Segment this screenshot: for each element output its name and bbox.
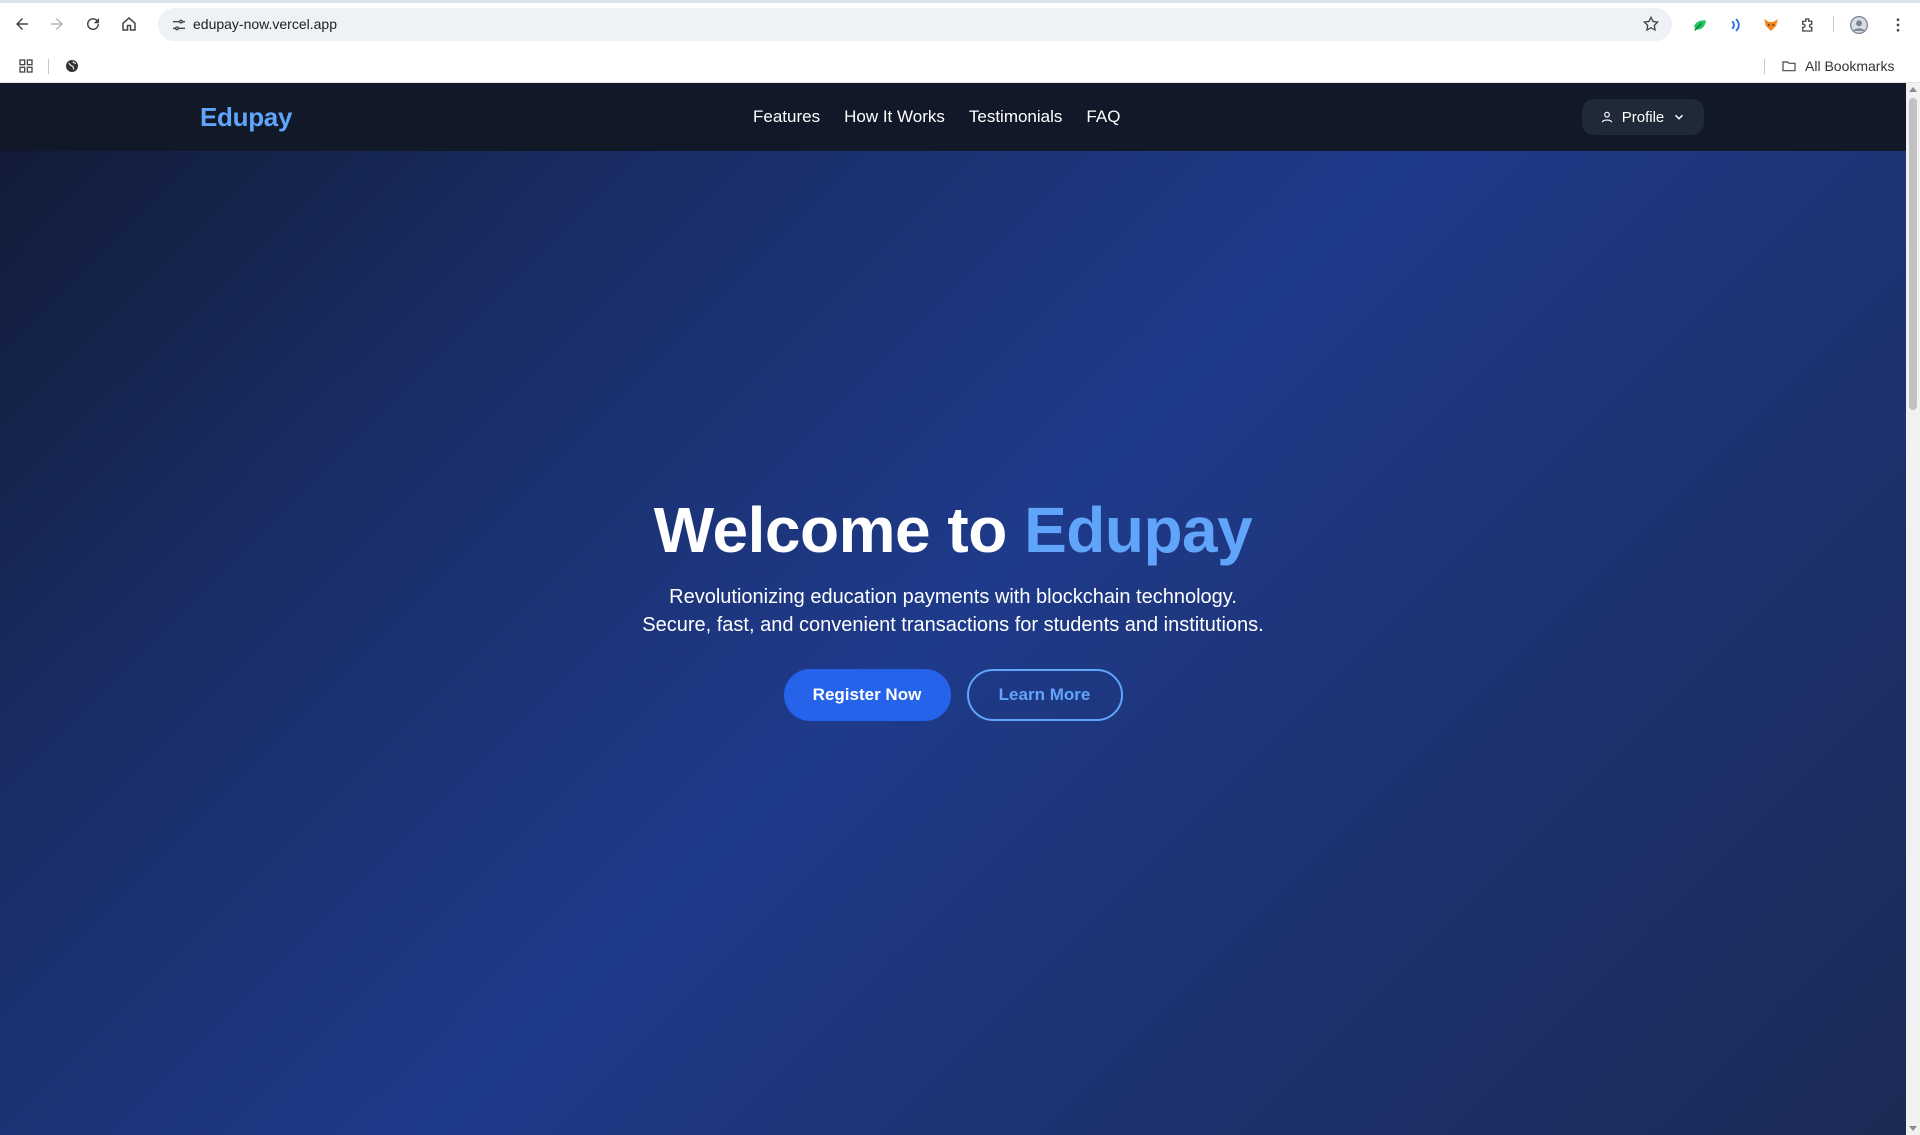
all-bookmarks-button[interactable]: All Bookmarks [1781,55,1894,77]
site-navbar: Edupay Features How It Works Testimonial… [0,83,1906,151]
site-info-icon[interactable] [166,12,192,38]
back-arrow-icon[interactable] [9,11,35,37]
profile-label: Profile [1621,108,1665,126]
folder-icon [1782,61,1796,72]
wave-extension-icon[interactable] [1724,13,1748,37]
scrollbar-thumb[interactable] [1909,98,1917,410]
reload-icon[interactable] [80,11,106,37]
apps-grid-icon[interactable] [15,55,37,77]
browser-toolbar: edupay-now.vercel.app [0,0,1920,49]
hero-subtitle: Revolutionizing education payments with … [0,583,1906,639]
hero-section: Welcome to Edupay Revolutionizing educat… [0,83,1906,1135]
nav-links: Features How It Works Testimonials FAQ [753,107,1144,127]
nav-link-testimonials[interactable]: Testimonials [969,107,1063,127]
globe-bookmark-icon[interactable] [61,55,83,77]
extensions-puzzle-icon[interactable] [1796,13,1820,37]
hero-title-accent: Edupay [1024,494,1253,566]
hero-cta-row: Register Now Learn More [0,669,1906,721]
leaf-extension-icon[interactable] [1688,13,1712,37]
nav-link-how-it-works[interactable]: How It Works [844,107,945,127]
url-text[interactable]: edupay-now.vercel.app [193,16,337,32]
forward-arrow-icon[interactable] [44,11,70,37]
user-icon [1601,111,1612,123]
bookmark-star-icon[interactable] [1640,13,1662,35]
toolbar-divider [1833,16,1834,32]
fox-extension-icon[interactable] [1759,13,1783,37]
all-bookmarks-label: All Bookmarks [1805,58,1895,74]
register-now-button[interactable]: Register Now [783,669,951,721]
kebab-menu-icon[interactable] [1886,13,1910,37]
nav-link-features[interactable]: Features [753,107,820,127]
chevron-down-icon [1675,114,1684,120]
bookmark-divider [1764,59,1765,74]
learn-more-button[interactable]: Learn More [966,669,1123,721]
nav-link-faq[interactable]: FAQ [1086,107,1120,127]
page-viewport: Welcome to Edupay Revolutionizing educat… [0,83,1906,1135]
bookmark-divider [48,59,49,74]
hero-title-prefix: Welcome to [653,494,1008,566]
profile-avatar-icon[interactable] [1847,13,1871,37]
home-icon[interactable] [116,11,142,37]
address-bar[interactable]: edupay-now.vercel.app [158,8,1672,41]
hero-subtitle-line: Secure, fast, and convenient transaction… [642,614,1264,636]
site-logo[interactable]: Edupay [200,102,292,133]
bookmarks-bar: All Bookmarks [0,49,1920,83]
hero-subtitle-line: Revolutionizing education payments with … [669,586,1237,608]
page-scrollbar[interactable] [1906,83,1920,1135]
hero-title: Welcome to Edupay [0,493,1906,567]
profile-dropdown-button[interactable]: Profile [1582,99,1704,135]
scroll-down-arrow-icon[interactable] [1909,1126,1917,1131]
scroll-up-arrow-icon[interactable] [1909,87,1917,92]
